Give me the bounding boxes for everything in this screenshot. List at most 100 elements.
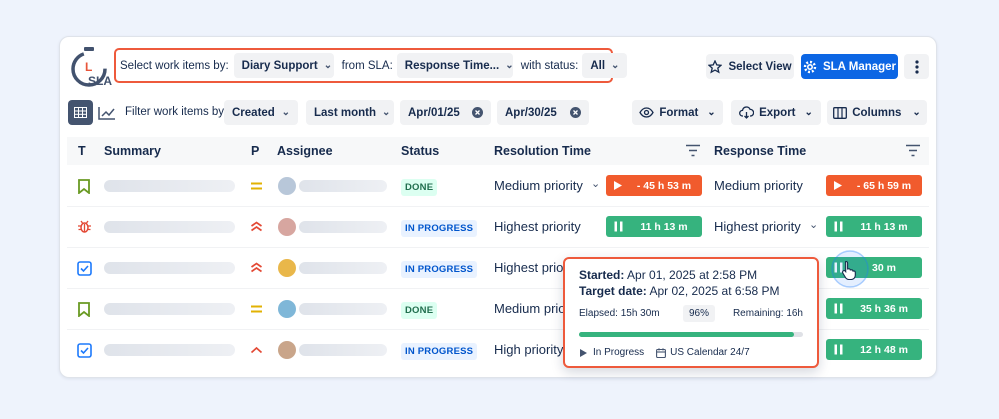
status-badge: DONE: [401, 302, 438, 319]
summary-placeholder: [104, 221, 235, 233]
resolution-priority: Highest priori: [494, 260, 571, 275]
more-options-button[interactable]: [904, 54, 929, 79]
chevron-down-icon: ⌄: [323, 60, 333, 71]
chevron-down-icon: ⌄: [505, 60, 514, 71]
sla-report-card: L SLA Select work items by: Diary Suppor…: [59, 36, 937, 378]
cloud-download-icon: [739, 106, 755, 119]
columns-button[interactable]: Columns ⌄: [827, 100, 927, 125]
resolution-time-timer: - 45 h 53 m: [606, 175, 702, 196]
format-button[interactable]: Format ⌄: [632, 100, 723, 125]
sla-dropdown[interactable]: Response Time... ⌄: [396, 53, 514, 78]
response-time-timer: 11 h 13 m: [826, 216, 922, 237]
table-view-toggle[interactable]: [68, 100, 93, 125]
created-dropdown[interactable]: Created ⌄: [224, 100, 298, 125]
response-column-header[interactable]: Response Time: [714, 144, 806, 158]
priority-column-header[interactable]: P: [251, 144, 259, 158]
sla-selection-box: Select work items by: Diary Support ⌄ fr…: [114, 48, 628, 83]
priority-highest-icon: [251, 221, 262, 232]
pause-icon: [830, 303, 846, 314]
play-icon: [830, 180, 846, 191]
chevron-down-icon[interactable]: ⌄: [591, 177, 600, 190]
tooltip-percent: 96%: [683, 305, 716, 322]
eye-icon: [639, 107, 655, 118]
priority-high-icon: [250, 346, 263, 354]
checkbox-icon: [77, 343, 92, 358]
status-badge: IN PROGRESS: [401, 220, 478, 237]
assignee-column-header[interactable]: Assignee: [277, 144, 333, 158]
status-dropdown[interactable]: All ⌄: [582, 53, 628, 78]
tooltip-target-date: Target date: Apr 02, 2025 at 6:58 PM: [579, 284, 780, 298]
play-icon: [580, 348, 587, 357]
resolution-column-header[interactable]: Resolution Time: [494, 144, 591, 158]
table-row[interactable]: DONE Medium priority ⌄ - 45 h 53 m Mediu…: [67, 166, 929, 207]
pause-icon: [610, 221, 626, 232]
table-header: T Summary P Assignee Status Resolution T…: [67, 137, 929, 165]
assignee-placeholder: [299, 262, 387, 274]
tooltip-started: Started: Apr 01, 2025 at 2:58 PM: [579, 268, 758, 282]
chevron-down-icon[interactable]: ⌄: [809, 218, 818, 231]
calendar-icon: [656, 347, 667, 358]
type-column-header[interactable]: T: [78, 144, 86, 158]
chevron-down-icon: ⌄: [707, 107, 716, 118]
priority-highest-icon: [251, 262, 262, 273]
sla-details-tooltip: Started: Apr 01, 2025 at 2:58 PM Target …: [563, 257, 819, 368]
work-items-dropdown[interactable]: Diary Support ⌄: [233, 53, 334, 78]
avatar: [278, 218, 296, 236]
avatar: [278, 341, 296, 359]
summary-placeholder: [104, 180, 235, 192]
resolution-priority: Medium priority: [494, 178, 583, 193]
chevron-down-icon: ⌄: [281, 107, 290, 118]
star-icon: [708, 59, 723, 73]
assignee-placeholder: [299, 344, 387, 356]
response-priority: Highest priority: [714, 219, 801, 234]
chevron-down-icon: ⌄: [611, 60, 620, 71]
date-from-field[interactable]: Apr/01/25: [400, 100, 491, 125]
sla-manager-button[interactable]: SLA Manager: [801, 54, 898, 79]
summary-column-header[interactable]: Summary: [104, 144, 161, 158]
tooltip-state: In Progress: [593, 347, 645, 358]
status-badge: IN PROGRESS: [401, 343, 478, 360]
from-sla-label: from SLA:: [341, 59, 393, 72]
tooltip-calendar: US Calendar 24/7: [670, 347, 750, 358]
response-priority: Medium priority: [714, 178, 803, 193]
play-icon: [610, 180, 626, 191]
logo-text: SLA: [88, 74, 112, 88]
checkbox-icon: [77, 261, 92, 276]
filter-icon[interactable]: [685, 144, 701, 157]
bookmark-icon: [78, 179, 90, 194]
bookmark-icon: [78, 302, 90, 317]
tooltip-elapsed: Elapsed: 15h 30m: [579, 308, 660, 319]
assignee-placeholder: [299, 221, 387, 233]
pause-icon: [830, 221, 846, 232]
more-vertical-icon: [914, 59, 919, 74]
chevron-down-icon: ⌄: [381, 107, 391, 118]
date-to-field[interactable]: Apr/30/25: [497, 100, 589, 125]
status-column-header[interactable]: Status: [401, 144, 439, 158]
resolution-priority: Medium priori: [494, 301, 573, 316]
status-badge: IN PROGRESS: [401, 261, 478, 278]
tooltip-progress-track: [579, 332, 803, 337]
export-button[interactable]: Export ⌄: [731, 100, 821, 125]
tooltip-progress-fill: [579, 332, 795, 337]
clear-icon[interactable]: [570, 107, 581, 118]
clear-icon[interactable]: [472, 107, 483, 118]
summary-placeholder: [104, 344, 235, 356]
avatar: [278, 259, 296, 277]
with-status-label: with status:: [520, 59, 579, 72]
chevron-down-icon: ⌄: [912, 107, 921, 118]
summary-placeholder: [104, 303, 235, 315]
avatar: [278, 177, 296, 195]
filter-label: Filter work items by:: [125, 106, 228, 118]
filter-icon[interactable]: [905, 144, 921, 157]
period-dropdown[interactable]: Last month ⌄: [306, 100, 394, 125]
resolution-priority: High priority: [494, 342, 564, 357]
avatar: [278, 300, 296, 318]
status-badge: DONE: [401, 179, 438, 196]
assignee-placeholder: [299, 180, 387, 192]
select-view-button[interactable]: Select View: [706, 54, 794, 79]
grid-icon: [74, 107, 87, 118]
chart-view-toggle[interactable]: [94, 100, 119, 125]
table-row[interactable]: IN PROGRESS Highest priority 11 h 13 m H…: [67, 207, 929, 248]
response-time-timer: 12 h 48 m: [826, 339, 922, 360]
gear-icon: [803, 60, 817, 73]
